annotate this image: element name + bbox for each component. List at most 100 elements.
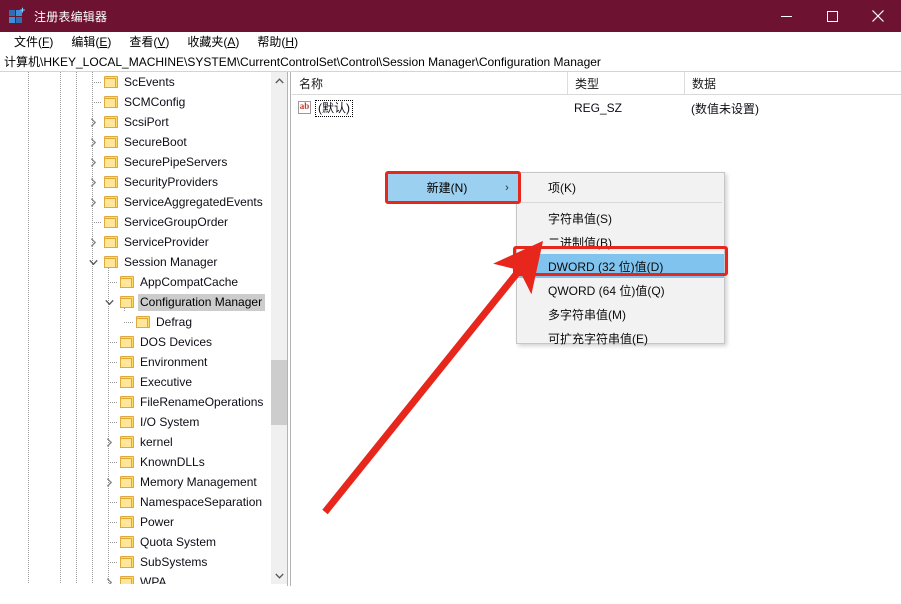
tree-leaf-connector: [108, 282, 117, 283]
tree-item-quota-system[interactable]: Quota System: [0, 532, 270, 552]
menu-edit[interactable]: 编辑(E): [62, 33, 120, 52]
column-header-name[interactable]: 名称: [292, 72, 567, 95]
tree-item-kernel[interactable]: kernel: [0, 432, 270, 452]
menu-help[interactable]: 帮助(H): [248, 33, 307, 52]
tree-item-scmconfig[interactable]: SCMConfig: [0, 92, 270, 112]
context-menu-item[interactable]: QWORD (64 位)值(Q): [517, 278, 724, 302]
chevron-right-icon[interactable]: [102, 472, 116, 492]
folder-icon: [104, 216, 119, 229]
folder-icon: [120, 296, 135, 309]
menu-favorites[interactable]: 收藏夹(A): [178, 33, 248, 52]
chevron-right-icon[interactable]: [86, 192, 100, 212]
title-bar: + 注册表编辑器: [0, 0, 901, 32]
context-menu-item[interactable]: 二进制值(B): [517, 230, 724, 254]
menu-file[interactable]: 文件(F): [5, 33, 62, 52]
tree-item-label: ServiceGroupOrder: [124, 214, 229, 229]
registry-tree: ScEvents SCMConfig ScsiPort SecureBoot Secur…: [0, 72, 270, 584]
chevron-right-icon[interactable]: [102, 432, 116, 452]
folder-icon: [120, 576, 135, 584]
context-menu-item[interactable]: DWORD (32 位)值(D): [517, 254, 724, 278]
folder-icon: [104, 76, 119, 89]
close-button[interactable]: [855, 0, 901, 32]
folder-icon: [120, 436, 135, 449]
context-menu-item[interactable]: 字符串值(S): [517, 206, 724, 230]
context-menu-item[interactable]: 多字符串值(M): [517, 302, 724, 326]
tree-item-securityproviders[interactable]: SecurityProviders: [0, 172, 270, 192]
tree-leaf-connector: [108, 522, 117, 523]
menu-favorites-text: 收藏夹(: [187, 35, 228, 49]
value-name-text: (默认): [315, 99, 353, 117]
chevron-right-icon[interactable]: [102, 572, 116, 584]
listview-header: 名称 类型 数据: [292, 72, 901, 95]
tree-item-label: Quota System: [140, 534, 217, 549]
chevron-right-icon[interactable]: [86, 172, 100, 192]
tree-leaf-connector: [92, 222, 101, 223]
tree-item-label: ScEvents: [124, 74, 175, 89]
tree-item-filerenameoperations[interactable]: FileRenameOperations: [0, 392, 270, 412]
chevron-down-icon[interactable]: [86, 252, 100, 272]
address-bar[interactable]: 计算机\HKEY_LOCAL_MACHINE\SYSTEM\CurrentCon…: [0, 53, 901, 72]
tree-scroll-thumb[interactable]: [271, 360, 288, 425]
tree-item-label: NamespaceSeparation: [140, 494, 263, 509]
tree-item-wpa[interactable]: WPA: [0, 572, 270, 584]
column-header-type[interactable]: 类型: [567, 72, 684, 95]
menu-view[interactable]: 查看(V): [120, 33, 178, 52]
tree-item-appcompatcache[interactable]: AppCompatCache: [0, 272, 270, 292]
tree-scroll-up-button[interactable]: [271, 72, 288, 89]
tree-item-namespaceseparation[interactable]: NamespaceSeparation: [0, 492, 270, 512]
tree-item-scsiport[interactable]: ScsiPort: [0, 112, 270, 132]
tree-item-serviceaggregatedevents[interactable]: ServiceAggregatedEvents: [0, 192, 270, 212]
tree-item-label: WPA: [140, 574, 167, 585]
chevron-right-icon[interactable]: [86, 132, 100, 152]
chevron-right-icon[interactable]: [86, 152, 100, 172]
tree-item-knowndlls[interactable]: KnownDLLs: [0, 452, 270, 472]
menu-edit-text: 编辑(: [71, 35, 100, 49]
tree-leaf-connector: [108, 462, 117, 463]
tree-item-label: I/O System: [140, 414, 200, 429]
context-menu-item[interactable]: 可扩充字符串值(E): [517, 326, 724, 350]
folder-icon: [104, 96, 119, 109]
tree-leaf-connector: [108, 362, 117, 363]
tree-item-label: ServiceProvider: [124, 234, 209, 249]
tree-vertical-scrollbar[interactable]: [270, 72, 288, 584]
tree-item-servicegrouporder[interactable]: ServiceGroupOrder: [0, 212, 270, 232]
column-header-data[interactable]: 数据: [684, 72, 901, 95]
tree-item-label: SecureBoot: [124, 134, 187, 149]
folder-icon: [120, 376, 135, 389]
tree-item-executive[interactable]: Executive: [0, 372, 270, 392]
tree-item-environment[interactable]: Environment: [0, 352, 270, 372]
menu-view-text: 查看(: [129, 35, 158, 49]
tree-item-power[interactable]: Power: [0, 512, 270, 532]
menu-help-accel: H: [285, 35, 295, 49]
chevron-right-icon[interactable]: [86, 232, 100, 252]
tree-item-dos-devices[interactable]: DOS Devices: [0, 332, 270, 352]
tree-item-serviceprovider[interactable]: ServiceProvider: [0, 232, 270, 252]
tree-item-defrag[interactable]: Defrag: [0, 312, 270, 332]
chevron-down-icon[interactable]: [102, 292, 116, 312]
minimize-button[interactable]: [763, 0, 809, 32]
tree-leaf-connector: [108, 422, 117, 423]
table-row[interactable]: ab (默认) REG_SZ (数值未设置): [292, 97, 901, 119]
folder-icon: [104, 196, 119, 209]
tree-item-subsystems[interactable]: SubSystems: [0, 552, 270, 572]
tree-item-label: Session Manager: [124, 254, 218, 269]
chevron-right-icon[interactable]: [86, 112, 100, 132]
menu-help-tail: ): [294, 35, 299, 49]
context-menu-item-new[interactable]: 新建(N) ›: [388, 174, 518, 201]
context-menu-item[interactable]: 项(K): [517, 175, 724, 199]
tree-item-i-o-system[interactable]: I/O System: [0, 412, 270, 432]
tree-leaf-connector: [108, 542, 117, 543]
tree-item-label: Power: [140, 514, 175, 529]
tree-item-memory-management[interactable]: Memory Management: [0, 472, 270, 492]
tree-item-label: DOS Devices: [140, 334, 213, 349]
value-type-cell: REG_SZ: [574, 101, 623, 115]
tree-item-secureboot[interactable]: SecureBoot: [0, 132, 270, 152]
tree-item-scevents[interactable]: ScEvents: [0, 72, 270, 92]
tree-item-configuration-manager[interactable]: Configuration Manager: [0, 292, 270, 312]
tree-scroll-down-button[interactable]: [271, 567, 288, 584]
tree-item-session-manager[interactable]: Session Manager: [0, 252, 270, 272]
pane-splitter[interactable]: [287, 72, 291, 604]
tree-item-securepipeservers[interactable]: SecurePipeServers: [0, 152, 270, 172]
maximize-button[interactable]: [809, 0, 855, 32]
value-name-cell[interactable]: (默认): [315, 97, 353, 119]
